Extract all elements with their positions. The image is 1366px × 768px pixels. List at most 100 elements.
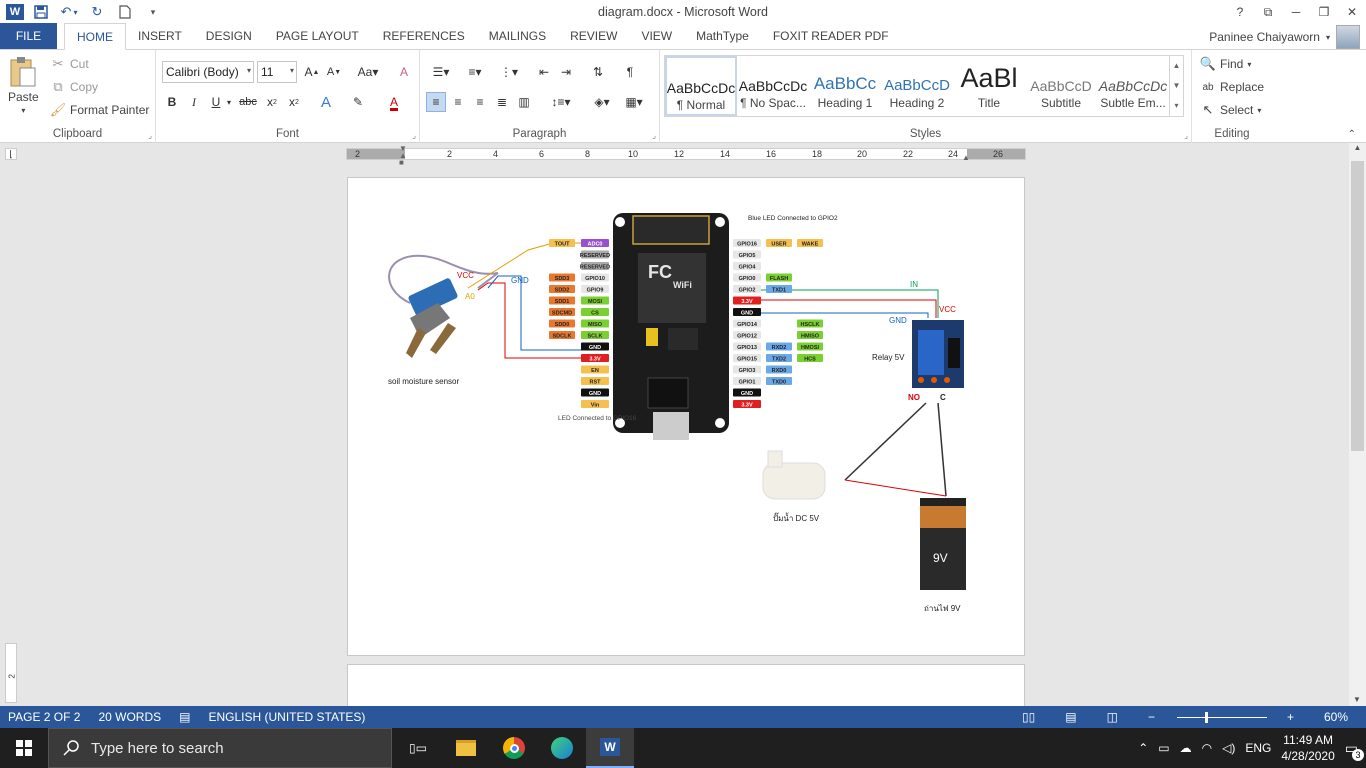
input-language[interactable]: ENG bbox=[1245, 741, 1271, 755]
scrollbar-thumb[interactable] bbox=[1351, 161, 1364, 451]
sort-icon[interactable]: ⇅ bbox=[588, 62, 608, 82]
tab-insert[interactable]: INSERT bbox=[126, 23, 194, 49]
dialog-launcher-icon[interactable]: ⌟ bbox=[412, 131, 416, 140]
dialog-launcher-icon[interactable]: ⌟ bbox=[1184, 131, 1188, 140]
font-color-icon[interactable]: A bbox=[384, 92, 404, 112]
clock[interactable]: 11:49 AM 4/28/2020 bbox=[1281, 732, 1334, 764]
horizontal-ruler[interactable]: 2 2 4 6 8 10 12 14 16 18 20 22 24 26 bbox=[346, 148, 1026, 160]
line-spacing-icon[interactable]: ↕≡▾ bbox=[546, 92, 576, 112]
word-taskbar-icon[interactable]: W bbox=[586, 728, 634, 768]
show-formatting-icon[interactable]: ¶ bbox=[620, 62, 640, 82]
language[interactable]: ENGLISH (UNITED STATES) bbox=[209, 710, 366, 724]
save-icon[interactable] bbox=[30, 2, 52, 22]
format-painter-button[interactable]: 🖌 Format Painter bbox=[50, 102, 150, 118]
copy-button[interactable]: ⧉ Copy bbox=[50, 79, 98, 95]
tab-design[interactable]: DESIGN bbox=[194, 23, 264, 49]
multilevel-list-icon[interactable]: ⋮▾ bbox=[494, 62, 524, 82]
restore-button[interactable]: ❐ bbox=[1310, 0, 1338, 24]
wifi-icon[interactable]: ◠ bbox=[1202, 741, 1212, 755]
file-explorer-icon[interactable] bbox=[442, 728, 490, 768]
web-layout-icon[interactable]: ◫ bbox=[1107, 710, 1118, 724]
bold-icon[interactable]: B bbox=[162, 92, 182, 112]
font-family-select[interactable]: Calibri (Body) ▾ bbox=[162, 61, 254, 83]
close-button[interactable]: ✕ bbox=[1338, 0, 1366, 24]
word-app-icon[interactable]: W bbox=[6, 4, 24, 20]
tab-references[interactable]: REFERENCES bbox=[371, 23, 477, 49]
tab-page-layout[interactable]: PAGE LAYOUT bbox=[264, 23, 371, 49]
task-view-icon[interactable]: ▯▭ bbox=[394, 728, 442, 768]
italic-icon[interactable]: I bbox=[184, 92, 204, 112]
tab-review[interactable]: REVIEW bbox=[558, 23, 629, 49]
chevron-down-icon[interactable]: ▾ bbox=[224, 92, 234, 112]
find-button[interactable]: 🔍 Find ▾ bbox=[1200, 56, 1251, 72]
vertical-scrollbar[interactable]: ▲ ▼ bbox=[1349, 143, 1366, 706]
tab-home[interactable]: HOME bbox=[64, 23, 126, 50]
style-heading-2[interactable]: AaBbCcD Heading 2 bbox=[881, 56, 953, 116]
page-count[interactable]: PAGE 2 OF 2 bbox=[8, 710, 80, 724]
chevron-up-icon[interactable]: ⌃ bbox=[1138, 741, 1148, 755]
redo-icon[interactable]: ↻ bbox=[86, 2, 108, 22]
edge-icon[interactable] bbox=[538, 728, 586, 768]
proofing-icon[interactable]: ▤ bbox=[179, 710, 190, 724]
select-button[interactable]: ↖ Select ▾ bbox=[1200, 102, 1262, 118]
tab-mailings[interactable]: MAILINGS bbox=[477, 23, 558, 49]
chrome-icon[interactable] bbox=[490, 728, 538, 768]
zoom-out-icon[interactable]: − bbox=[1148, 710, 1155, 724]
tab-selector[interactable]: ⌊ bbox=[5, 148, 17, 160]
underline-icon[interactable]: U bbox=[206, 92, 226, 112]
subscript-icon[interactable]: x2 bbox=[262, 92, 282, 112]
taskbar-search[interactable]: Type here to search bbox=[48, 728, 392, 768]
font-size-select[interactable]: 11 ▾ bbox=[257, 61, 297, 83]
customize-qat-icon[interactable]: ▾ bbox=[142, 2, 164, 22]
increase-indent-icon[interactable]: ⇥ bbox=[556, 62, 576, 82]
vertical-ruler[interactable]: 2 bbox=[5, 643, 17, 703]
minimize-button[interactable]: ─ bbox=[1282, 0, 1310, 24]
decrease-indent-icon[interactable]: ⇤ bbox=[534, 62, 554, 82]
replace-button[interactable]: ab Replace bbox=[1200, 79, 1264, 95]
align-center-icon[interactable]: ≡ bbox=[448, 92, 468, 112]
new-document-icon[interactable] bbox=[114, 2, 136, 22]
battery-icon[interactable]: ▭ bbox=[1158, 741, 1169, 755]
shrink-font-icon[interactable]: A ▼ bbox=[324, 62, 344, 82]
borders-icon[interactable]: ▦▾ bbox=[620, 92, 648, 112]
dialog-launcher-icon[interactable]: ⌟ bbox=[652, 131, 656, 140]
notifications-icon[interactable]: ▭ 3 bbox=[1345, 740, 1364, 761]
superscript-icon[interactable]: x2 bbox=[284, 92, 304, 112]
text-effects-icon[interactable]: A bbox=[316, 92, 336, 112]
change-case-icon[interactable]: Aa▾ bbox=[354, 62, 382, 82]
zoom-level[interactable]: 60% bbox=[1324, 710, 1348, 724]
read-mode-icon[interactable]: ▯▯ bbox=[1022, 710, 1035, 724]
collapse-ribbon-icon[interactable]: ⌃ bbox=[1348, 129, 1356, 140]
tab-foxit[interactable]: FOXIT READER PDF bbox=[761, 23, 901, 49]
ribbon-display-button[interactable]: ⧉ bbox=[1254, 0, 1282, 24]
cloud-icon[interactable]: ☁ bbox=[1180, 741, 1192, 755]
undo-icon[interactable]: ↶ ▾ bbox=[58, 2, 80, 22]
tab-mathtype[interactable]: MathType bbox=[684, 23, 761, 49]
start-button[interactable] bbox=[0, 728, 48, 768]
align-right-icon[interactable]: ≡ bbox=[470, 92, 490, 112]
style-heading-1[interactable]: AaBbCc Heading 1 bbox=[809, 56, 881, 116]
style-title[interactable]: AaBl Title bbox=[953, 56, 1025, 116]
grow-font-icon[interactable]: A ▲ bbox=[302, 62, 322, 82]
indent-marker[interactable]: ▼ ▲ ■ bbox=[399, 145, 409, 167]
justify-icon[interactable]: ≣ bbox=[492, 92, 512, 112]
bullets-icon[interactable]: ☰▾ bbox=[426, 62, 456, 82]
shading-icon[interactable]: ◈▾ bbox=[588, 92, 616, 112]
avatar[interactable] bbox=[1336, 25, 1360, 49]
style-normal[interactable]: AaBbCcDc ¶ Normal bbox=[665, 56, 737, 116]
strikethrough-icon[interactable]: abc bbox=[238, 92, 258, 112]
styles-scroll[interactable]: ▲ ▼ ▾ bbox=[1169, 56, 1183, 116]
style-subtle-emphasis[interactable]: AaBbCcDc Subtle Em... bbox=[1097, 56, 1169, 116]
document-page[interactable]: soil moisture sensor VCC GND A0 IN VCC G… bbox=[347, 177, 1025, 656]
right-indent-marker[interactable]: ▲ bbox=[962, 153, 970, 162]
user-account[interactable]: Paninee Chaiyaworn ▾ bbox=[1209, 24, 1366, 50]
style-subtitle[interactable]: AaBbCcD Subtitle bbox=[1025, 56, 1097, 116]
style-no-spacing[interactable]: AaBbCcDc ¶ No Spac... bbox=[737, 56, 809, 116]
word-count[interactable]: 20 WORDS bbox=[98, 710, 161, 724]
paste-button[interactable]: Paste ▾ bbox=[8, 56, 39, 115]
tab-view[interactable]: VIEW bbox=[629, 23, 684, 49]
columns-icon[interactable]: ▥ bbox=[514, 92, 534, 112]
numbering-icon[interactable]: ≡▾ bbox=[460, 62, 490, 82]
help-button[interactable]: ? bbox=[1226, 0, 1254, 24]
clear-formatting-icon[interactable]: A bbox=[394, 62, 414, 82]
